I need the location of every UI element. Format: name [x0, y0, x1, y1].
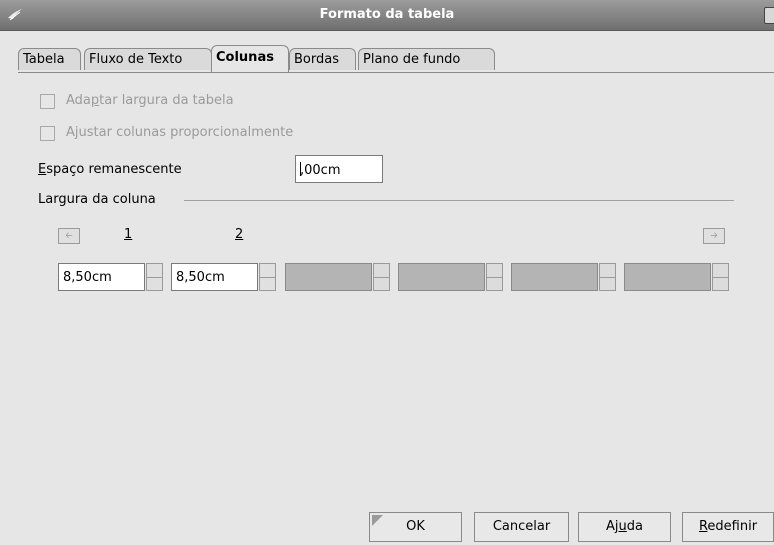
- remaining-space-label: Espaço remanescente: [38, 162, 182, 177]
- tab-colunas[interactable]: Colunas: [211, 45, 289, 72]
- close-icon[interactable]: [764, 7, 774, 24]
- tab-fluxo-de-texto[interactable]: Fluxo de Texto: [84, 48, 212, 70]
- tab-label: Plano de fundo: [363, 52, 461, 67]
- column-width-spinner-6: [712, 263, 729, 291]
- column-width-input-4: [398, 263, 485, 291]
- tab-plano-de-fundo[interactable]: Plano de fundo: [358, 48, 495, 70]
- tab-tabela[interactable]: Tabela: [18, 48, 81, 70]
- column-width-field-6: [624, 263, 729, 291]
- ok-button-label: OK: [406, 519, 425, 534]
- column-width-spinner-5: [599, 263, 616, 291]
- help-button[interactable]: Ajuda: [578, 512, 671, 542]
- tab-panel-border: [18, 72, 774, 73]
- column-width-field-2[interactable]: 8,50cm: [171, 263, 276, 291]
- arrow-right-icon[interactable]: 🡢: [703, 228, 725, 244]
- column-width-spinner-2[interactable]: [259, 263, 276, 291]
- column-width-spinner-3: [373, 263, 390, 291]
- column-width-input-5: [511, 263, 598, 291]
- column-width-spinner-4: [486, 263, 503, 291]
- column-width-field-5: [511, 263, 616, 291]
- remaining-space-value: ,00cm: [300, 163, 341, 178]
- cancel-button-label: Cancelar: [492, 519, 551, 534]
- tab-label: Fluxo de Texto: [89, 52, 183, 67]
- tab-bordas[interactable]: Bordas: [289, 48, 356, 70]
- reset-button-label: Redefinir: [698, 519, 758, 534]
- column-width-input-6: [624, 263, 711, 291]
- column-number-2: 2: [235, 227, 244, 242]
- adjust-columns-checkbox[interactable]: [40, 126, 55, 141]
- reset-button[interactable]: Redefinir: [682, 512, 774, 542]
- ok-button[interactable]: OK: [369, 512, 462, 542]
- title-bar: Formato da tabela: [0, 0, 774, 31]
- adapt-table-width-label: Adaptar largura da tabela: [66, 93, 234, 108]
- cancel-button[interactable]: Cancelar: [474, 512, 569, 542]
- remaining-space-field[interactable]: ,00cm: [295, 155, 383, 183]
- column-width-group-label: Largura da coluna: [38, 192, 156, 207]
- column-width-input-1[interactable]: 8,50cm: [58, 263, 145, 291]
- column-width-spinner-1[interactable]: [146, 263, 163, 291]
- window-title: Formato da tabela: [319, 7, 455, 22]
- tab-label: Bordas: [294, 52, 339, 67]
- column-width-field-3: [285, 263, 390, 291]
- column-width-input-2[interactable]: 8,50cm: [171, 263, 258, 291]
- group-separator: [184, 200, 734, 201]
- tab-label: Tabela: [23, 52, 65, 67]
- column-number-1: 1: [124, 227, 133, 242]
- column-width-field-4: [398, 263, 503, 291]
- arrow-left-icon[interactable]: 🡠: [58, 228, 80, 244]
- default-button-marker: [372, 515, 383, 526]
- tab-label: Colunas: [216, 50, 274, 65]
- column-width-field-1[interactable]: 8,50cm: [58, 263, 163, 291]
- adapt-table-width-checkbox[interactable]: [40, 94, 55, 109]
- column-width-input-3: [285, 263, 372, 291]
- help-button-label: Ajuda: [606, 519, 643, 534]
- adjust-columns-label: Ajustar colunas proporcionalmente: [66, 125, 294, 140]
